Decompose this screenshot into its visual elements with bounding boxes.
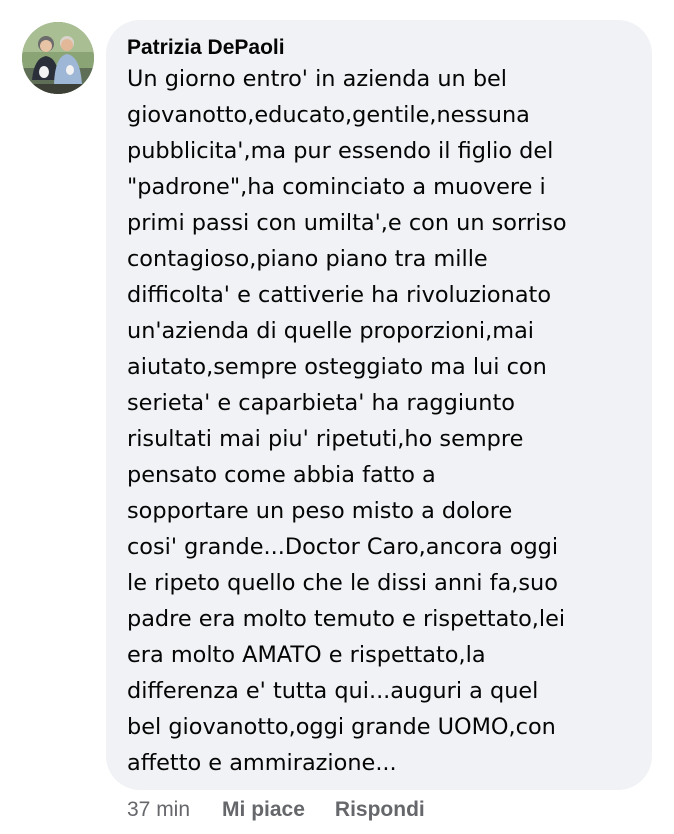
comment-line: differenza e' tutta qui...auguri a quel: [127, 678, 539, 704]
comment-line: giovanotto,educato,gentile,nessuna: [127, 102, 530, 128]
comment-line: "padrone",ha cominciato a muovere i: [127, 174, 546, 200]
comment-line: cosi' grande...Doctor Caro,ancora oggi: [127, 534, 559, 560]
comment-line: sopportare un peso misto a dolore: [127, 498, 513, 524]
comment-line: le ripeto quello che le dissi anni fa,su…: [127, 570, 558, 596]
comment-timestamp[interactable]: 37 min: [127, 798, 190, 822]
profile-photo-icon: [22, 22, 94, 94]
comment-line: era molto AMATO e rispettato,la: [127, 642, 486, 668]
comment-line: Un giorno entro' in azienda un bel: [127, 66, 508, 92]
comment-line: contagioso,piano piano tra mille: [127, 246, 488, 272]
comment-bubble: Patrizia DePaoli Un giorno entro' in azi…: [106, 20, 652, 790]
comment-line: pensato come abbia fatto a: [127, 462, 436, 488]
comment-line: affetto e ammirazione...: [127, 750, 397, 776]
comment-actions-bar: 37 min Mi piace Rispondi: [127, 796, 425, 824]
reply-button[interactable]: Rispondi: [335, 798, 425, 822]
author-avatar[interactable]: [22, 22, 94, 94]
comment-line: pubblicita',ma pur essendo il figlio del: [127, 138, 554, 164]
comment-line: difficolta' e cattiverie ha rivoluzionat…: [127, 282, 552, 308]
comment-line: aiutato,sempre osteggiato ma lui con: [127, 354, 547, 380]
comment-author-name[interactable]: Patrizia DePaoli: [127, 36, 632, 60]
comment-line: risultati mai piu' ripetuti,ho sempre: [127, 426, 524, 452]
comment-line: un'azienda di quelle proporzioni,mai: [127, 318, 535, 344]
comment-text: Un giorno entro' in azienda un bel giova…: [127, 61, 632, 781]
like-button[interactable]: Mi piace: [222, 798, 305, 822]
comment-line: serieta' e caparbieta' ha raggiunto: [127, 390, 515, 416]
comment-line: bel giovanotto,oggi grande UOMO,con: [127, 714, 556, 740]
comment-line: primi passi con umilta',e con un sorriso: [127, 210, 567, 236]
comment-line: padre era molto temuto e rispettato,lei: [127, 606, 566, 632]
